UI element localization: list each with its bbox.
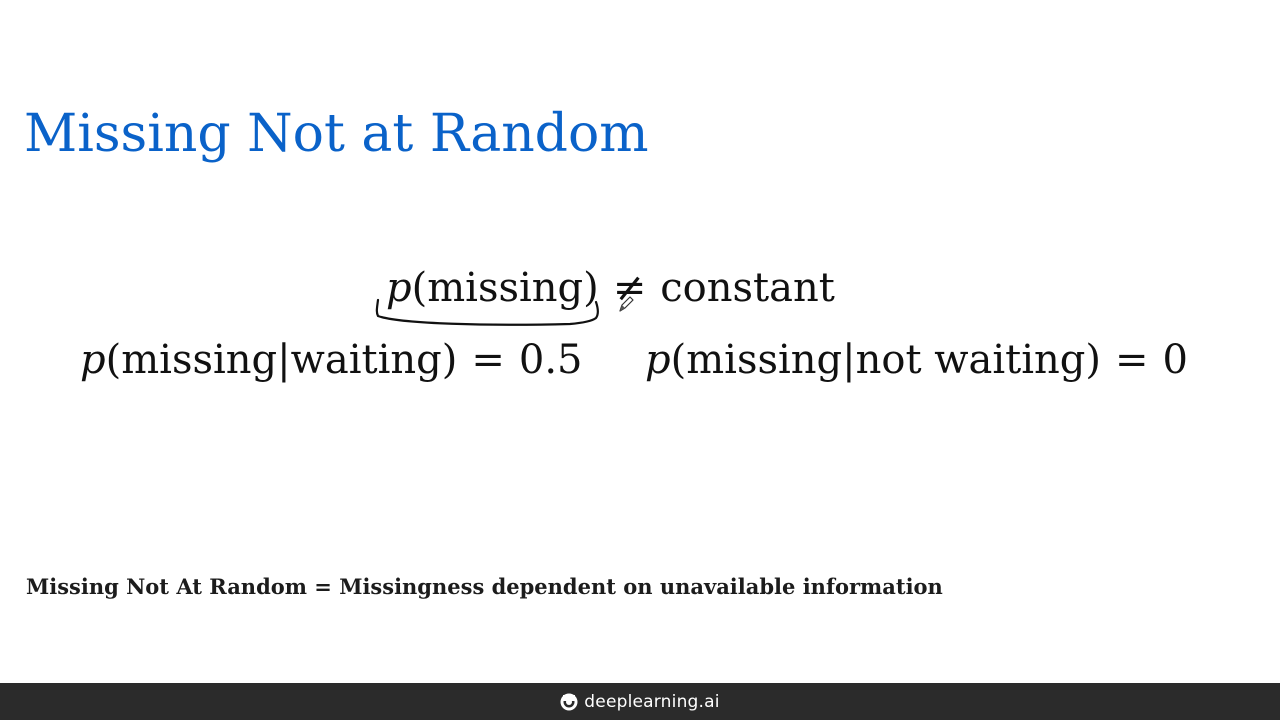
brand-name: deeplearning.ai: [584, 691, 720, 712]
eq-main-op: ≠: [612, 265, 647, 311]
deeplearning-logo-icon: [560, 693, 578, 710]
eq-main-arg: missing: [427, 265, 584, 311]
eq-not-waiting-op: =: [1115, 337, 1149, 383]
brand: deeplearning.ai: [560, 691, 720, 712]
eq-not-waiting-arg: missing|not waiting: [686, 337, 1086, 383]
slide-title: Missing Not at Random: [24, 104, 649, 164]
eq-waiting-p: p: [80, 337, 106, 383]
eq-waiting-op: =: [471, 337, 505, 383]
eq-not-waiting-rhs: 0: [1162, 337, 1188, 383]
eq-main-rhs: constant: [660, 265, 835, 311]
eq-not-waiting-p: p: [645, 337, 671, 383]
summary-definition: Missing Not At Random = Missingness depe…: [26, 574, 943, 599]
equation-waiting: p(missing|waiting) = 0.5: [80, 337, 583, 383]
equation-main: p(missing) ≠ constant: [386, 265, 835, 311]
slide: Missing Not at Random p(missing) ≠ constan…: [0, 0, 1280, 720]
footer-bar: deeplearning.ai: [0, 683, 1280, 720]
eq-waiting-arg: missing|waiting: [121, 337, 442, 383]
equation-not-waiting: p(missing|not waiting) = 0: [645, 337, 1188, 383]
eq-main-p: p: [386, 265, 412, 311]
eq-waiting-rhs: 0.5: [518, 337, 583, 383]
